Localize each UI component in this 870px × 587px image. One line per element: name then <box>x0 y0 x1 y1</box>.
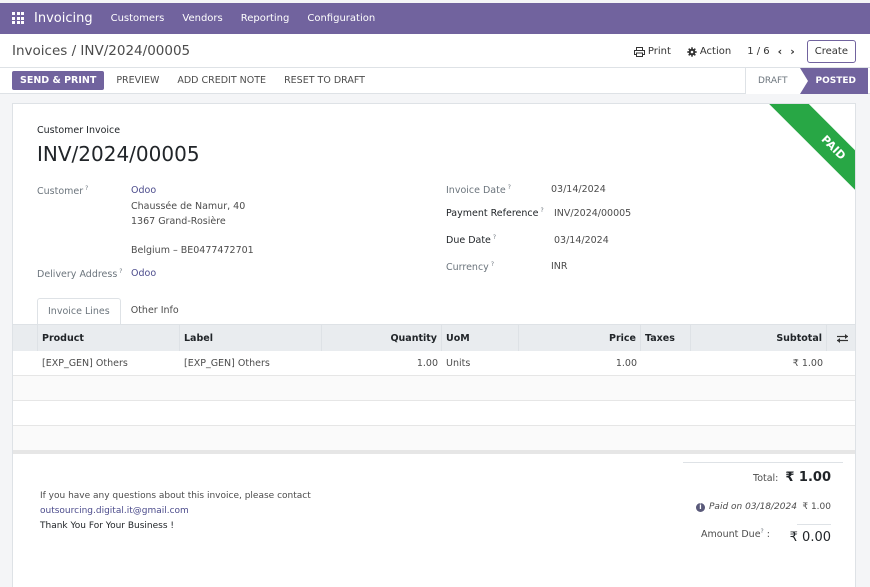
invoice-lines-table: Product Label Quantity UoM Price Taxes S… <box>13 324 855 454</box>
status-draft[interactable]: DRAFT <box>745 68 800 94</box>
column-subtotal[interactable]: Subtotal <box>691 325 827 351</box>
control-panel: Invoices / INV/2024/00005 Print Action 1… <box>0 34 870 94</box>
currency-label: Currency? <box>446 261 494 274</box>
pager-next-icon[interactable]: › <box>790 45 795 58</box>
cell-taxes <box>641 351 691 375</box>
menu-reporting[interactable]: Reporting <box>241 13 290 24</box>
total-label: Total: <box>753 473 779 484</box>
send-print-button[interactable]: SEND & PRINT <box>12 71 105 90</box>
handle-column <box>13 325 38 351</box>
paid-ribbon: PAID <box>745 104 855 214</box>
status-posted[interactable]: POSTED <box>799 68 868 94</box>
info-icon[interactable]: i <box>696 503 705 512</box>
delivery-address-label: Delivery Address? <box>37 268 123 281</box>
invoice-sheet: PAID Customer Invoice INV/2024/00005 Cus… <box>12 103 856 587</box>
paid-ribbon-text: PAID <box>759 104 855 214</box>
due-date-label: Due Date? <box>446 234 497 247</box>
action-label: Action <box>699 46 732 57</box>
tab-other-info[interactable]: Other Info <box>121 298 189 325</box>
status-bar: DRAFT POSTED <box>745 68 868 94</box>
terms-and-conditions: If you have any questions about this inv… <box>40 489 311 534</box>
amount-due-label: Amount Due? : <box>701 528 770 541</box>
currency-field[interactable]: INR <box>551 261 568 272</box>
tab-invoice-lines[interactable]: Invoice Lines <box>37 298 121 325</box>
menu-vendors[interactable]: Vendors <box>182 13 222 24</box>
invoice-number: INV/2024/00005 <box>37 142 200 166</box>
app-name[interactable]: Invoicing <box>34 11 93 26</box>
create-button[interactable]: Create <box>806 40 856 63</box>
cell-product: [EXP_GEN] Others <box>42 357 128 369</box>
paid-amount: ₹ 1.00 <box>802 502 831 512</box>
cell-label: [EXP_GEN] Others <box>184 357 270 369</box>
column-label[interactable]: Label <box>180 325 322 351</box>
column-quantity[interactable]: Quantity <box>322 325 442 351</box>
gear-icon <box>687 46 697 57</box>
notebook-tabs: Invoice Lines Other Info <box>37 298 189 325</box>
printer-icon <box>633 46 645 57</box>
customer-name[interactable]: Odoo <box>131 185 156 196</box>
print-button[interactable]: Print <box>633 46 671 57</box>
cell-uom: Units <box>446 357 471 369</box>
payment-line[interactable]: i Paid on 03/18/2024 <box>696 502 797 512</box>
thanks-line: Thank You For Your Business ! <box>40 521 175 531</box>
cell-quantity: 1.00 <box>416 357 438 369</box>
preview-button[interactable]: PREVIEW <box>116 71 159 90</box>
pager-value[interactable]: 1 / 6 <box>747 46 769 57</box>
terms-line: If you have any questions about this inv… <box>40 491 311 501</box>
menu-customers[interactable]: Customers <box>111 13 165 24</box>
optional-columns-icon[interactable] <box>827 325 855 351</box>
total-value: ₹ 1.00 <box>785 470 831 485</box>
cell-price: 1.00 <box>615 357 637 369</box>
payment-reference-label: Payment Reference? <box>446 207 544 220</box>
contact-email[interactable]: outsourcing.digital.it@gmail.com <box>40 504 311 519</box>
customer-label: Customer? <box>37 185 89 198</box>
column-price[interactable]: Price <box>519 325 641 351</box>
divider <box>797 524 831 525</box>
print-label: Print <box>647 46 671 57</box>
customer-address-line-4: Belgium – BE0477472701 <box>131 245 254 256</box>
pager-previous-icon[interactable]: ‹ <box>778 45 783 58</box>
apps-menu-icon[interactable] <box>12 12 25 25</box>
empty-row <box>13 426 855 451</box>
breadcrumb[interactable]: Invoices / INV/2024/00005 <box>12 43 190 59</box>
add-credit-note-button[interactable]: ADD CREDIT NOTE <box>177 71 266 90</box>
table-row[interactable]: [EXP_GEN] Others [EXP_GEN] Others 1.00 U… <box>13 351 855 376</box>
action-button[interactable]: Action <box>687 46 731 57</box>
customer-address-line-1: Chaussée de Namur, 40 <box>131 201 246 212</box>
cell-subtotal: ₹ 1.00 <box>792 357 823 369</box>
divider <box>0 67 870 68</box>
table-footer <box>13 451 855 454</box>
column-uom[interactable]: UoM <box>442 325 519 351</box>
delivery-address-value[interactable]: Odoo <box>131 268 156 279</box>
customer-address-line-2: 1367 Grand-Rosière <box>131 216 226 227</box>
column-taxes[interactable]: Taxes <box>641 325 691 351</box>
divider <box>683 462 843 463</box>
invoice-date-field[interactable]: 03/14/2024 <box>551 184 606 195</box>
top-navbar: Invoicing Customers Vendors Reporting Co… <box>0 3 870 34</box>
column-product[interactable]: Product <box>38 325 180 351</box>
payment-reference-field[interactable]: INV/2024/00005 <box>554 208 631 219</box>
due-date-field[interactable]: 03/14/2024 <box>554 235 609 246</box>
amount-due-value: ₹ 0.00 <box>789 530 831 545</box>
paid-on-text: Paid on 03/18/2024 <box>709 502 797 512</box>
empty-row <box>13 401 855 426</box>
table-header: Product Label Quantity UoM Price Taxes S… <box>13 325 855 351</box>
document-type: Customer Invoice <box>37 125 121 136</box>
menu-configuration[interactable]: Configuration <box>307 13 375 24</box>
empty-row <box>13 376 855 401</box>
invoice-date-label: Invoice Date? <box>446 184 511 197</box>
reset-to-draft-button[interactable]: RESET TO DRAFT <box>284 71 365 90</box>
